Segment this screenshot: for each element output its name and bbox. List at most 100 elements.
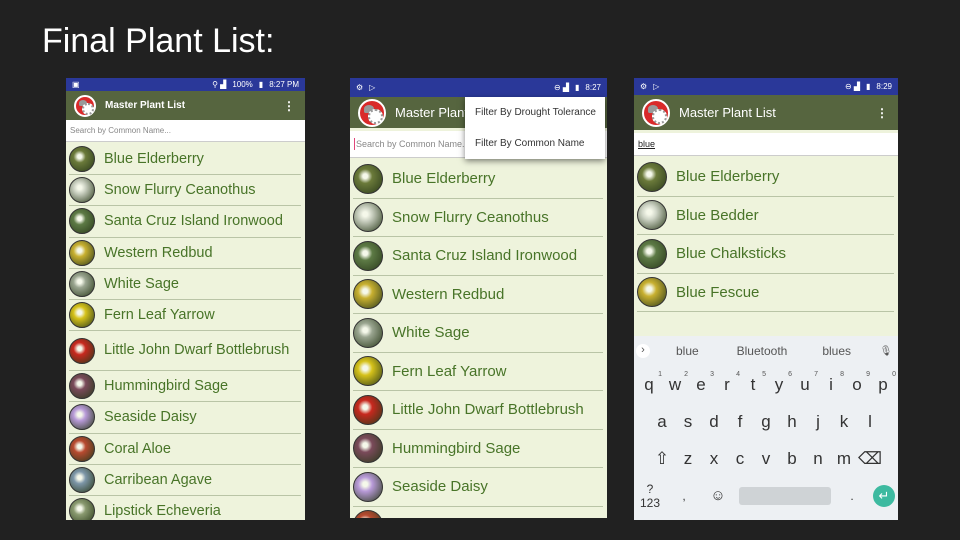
plant-list-item[interactable] xyxy=(353,507,603,518)
plant-list-item[interactable]: Seaside Daisy xyxy=(69,402,301,434)
overflow-menu-icon[interactable]: ⋮ xyxy=(876,106,888,120)
suggestion-bluetooth[interactable]: Bluetooth xyxy=(725,344,800,358)
menu-item-filter-common-name[interactable]: Filter By Common Name xyxy=(465,128,605,159)
plant-name: Snow Flurry Ceanothus xyxy=(104,182,256,199)
comma-key[interactable]: , xyxy=(671,489,697,503)
emoji-key-icon[interactable]: ☺ xyxy=(705,487,731,504)
key-m[interactable]: m xyxy=(831,449,857,469)
symbols-key[interactable]: ?123 xyxy=(637,482,663,510)
plant-list-item[interactable]: Blue Chalksticks xyxy=(637,235,894,274)
key-z[interactable]: z xyxy=(675,449,701,469)
key-f[interactable]: f xyxy=(727,412,753,432)
search-input[interactable]: Search by Common Name... xyxy=(66,120,305,142)
key-d[interactable]: d xyxy=(701,412,727,432)
suggestion-blue[interactable]: blue xyxy=(650,344,725,358)
status-left: ⚙ ▷ xyxy=(356,83,375,92)
key-h[interactable]: h xyxy=(779,412,805,432)
key-q[interactable]: q1 xyxy=(636,371,662,395)
keyboard-row-3: ⇧ z x c v b n m ⌫ xyxy=(634,440,898,477)
plant-name: Blue Elderberry xyxy=(104,151,204,168)
space-bar[interactable] xyxy=(739,486,831,505)
settings-icon: ⚙ xyxy=(356,83,364,92)
suggestion-blues[interactable]: blues xyxy=(799,344,874,358)
plant-list-item[interactable]: Lipstick Echeveria xyxy=(69,496,301,520)
backspace-key-icon[interactable]: ⌫ xyxy=(857,449,883,469)
plant-list-item[interactable]: Western Redbud xyxy=(353,276,603,314)
plant-thumbnail xyxy=(353,279,383,310)
plant-thumbnail xyxy=(69,373,95,400)
key-t[interactable]: t5 xyxy=(740,371,766,395)
plant-list-item[interactable]: Fern Leaf Yarrow xyxy=(353,353,603,391)
key-b[interactable]: b xyxy=(779,449,805,469)
plant-list-item[interactable]: Hummingbird Sage xyxy=(353,430,603,468)
menu-item-filter-drought-tolerance[interactable]: Filter By Drought Tolerance xyxy=(465,97,605,128)
plant-list-item[interactable]: White Sage xyxy=(69,269,301,300)
plant-list: Blue Elderberry Blue Bedder Blue Chalkstic… xyxy=(634,156,898,312)
status-right: ⚲ ▟ 100% ▮ 8:27 PM xyxy=(212,80,299,89)
plant-list-item[interactable]: Hummingbird Sage xyxy=(69,371,301,403)
plant-list-item[interactable]: Blue Elderberry xyxy=(637,158,894,197)
key-s[interactable]: s xyxy=(675,412,701,432)
key-l[interactable]: l xyxy=(857,412,883,432)
search-input[interactable]: blue xyxy=(634,133,898,156)
plant-name: Fern Leaf Yarrow xyxy=(104,307,215,324)
plant-list-item[interactable]: Carribean Agave xyxy=(69,465,301,496)
key-v[interactable]: v xyxy=(753,449,779,469)
signal-icon: ⚲ ▟ xyxy=(212,80,227,89)
battery-icon: ▮ xyxy=(575,83,580,92)
status-right: ⊖ ▟ ▮ 8:27 xyxy=(554,83,601,92)
microphone-icon[interactable]: 🎙 xyxy=(874,346,898,357)
plant-thumbnail xyxy=(353,471,383,502)
plant-list-item[interactable]: Little John Dwarf Bottlebrush xyxy=(353,391,603,430)
key-k[interactable]: k xyxy=(831,412,857,432)
key-x[interactable]: x xyxy=(701,449,727,469)
plant-list-item[interactable]: Santa Cruz Island Ironwood xyxy=(69,206,301,238)
enter-key-icon[interactable]: ↵ xyxy=(873,484,895,507)
soft-keyboard: › blue Bluetooth blues 🎙 q 1 w 2 e 3 r 4 t 5 y 6 u 7 i 8 o 9 p 0… xyxy=(634,336,898,520)
key-p[interactable]: p0 xyxy=(870,371,896,395)
plant-list-item[interactable]: Seaside Daisy xyxy=(353,468,603,507)
plant-thumbnail xyxy=(637,200,667,231)
key-c[interactable]: c xyxy=(727,449,753,469)
plant-thumbnail xyxy=(353,240,383,271)
overflow-menu-icon[interactable]: ⋮ xyxy=(283,99,295,113)
plant-list-item[interactable]: Coral Aloe xyxy=(69,434,301,465)
status-bar: ⚙ ▷ ⊖ ▟ ▮ 8:27 xyxy=(350,78,607,97)
keyboard-row-1: q1w2e3r4t5y6u7i8o9p0 xyxy=(634,366,898,403)
plant-thumbnail xyxy=(69,208,95,235)
plant-thumbnail xyxy=(637,161,667,192)
plant-list-item[interactable]: Snow Flurry Ceanothus xyxy=(353,199,603,237)
plant-list: Blue Elderberry Snow Flurry Ceanothus Sant… xyxy=(350,158,607,518)
plant-list-item[interactable]: Blue Elderberry xyxy=(69,144,301,176)
plant-list-item[interactable]: Blue Bedder xyxy=(637,197,894,235)
plant-list-item[interactable]: Blue Fescue xyxy=(637,274,894,312)
key-label: w xyxy=(668,374,682,394)
plant-list-item[interactable]: Western Redbud xyxy=(69,238,301,269)
key-a[interactable]: a xyxy=(649,412,675,432)
key-y[interactable]: y6 xyxy=(766,371,792,395)
key-i[interactable]: i8 xyxy=(818,371,844,395)
key-hint-digit: 0 xyxy=(892,370,896,378)
key-u[interactable]: u7 xyxy=(792,371,818,395)
plant-list-item[interactable]: Santa Cruz Island Ironwood xyxy=(353,237,603,276)
phone-screen-menu: ⚙▷⊖ ▟▮8:27Master Plant List⋮Search by Co… xyxy=(350,78,607,518)
key-g[interactable]: g xyxy=(753,412,779,432)
key-e[interactable]: e3 xyxy=(688,371,714,395)
plant-list-item[interactable]: White Sage xyxy=(353,314,603,353)
key-n[interactable]: n xyxy=(805,449,831,469)
status-bar: ⚙ ▷ ⊖ ▟ ▮ 8:29 xyxy=(634,78,898,95)
plant-list-item[interactable]: Blue Elderberry xyxy=(353,160,603,199)
plant-thumbnail xyxy=(69,177,95,204)
key-j[interactable]: j xyxy=(805,412,831,432)
period-key[interactable]: . xyxy=(839,489,865,503)
shift-key-icon[interactable]: ⇧ xyxy=(649,449,675,469)
plant-list-item[interactable]: Little John Dwarf Bottlebrush xyxy=(69,331,301,372)
key-o[interactable]: o9 xyxy=(844,371,870,395)
expand-suggestions-icon[interactable]: › xyxy=(636,344,650,358)
plant-name: Western Redbud xyxy=(104,244,213,261)
status-right: ⊖ ▟ ▮ 8:29 xyxy=(845,82,892,91)
key-w[interactable]: w2 xyxy=(662,371,688,395)
key-r[interactable]: r4 xyxy=(714,371,740,395)
plant-list-item[interactable]: Snow Flurry Ceanothus xyxy=(69,175,301,207)
plant-list-item[interactable]: Fern Leaf Yarrow xyxy=(69,300,301,332)
